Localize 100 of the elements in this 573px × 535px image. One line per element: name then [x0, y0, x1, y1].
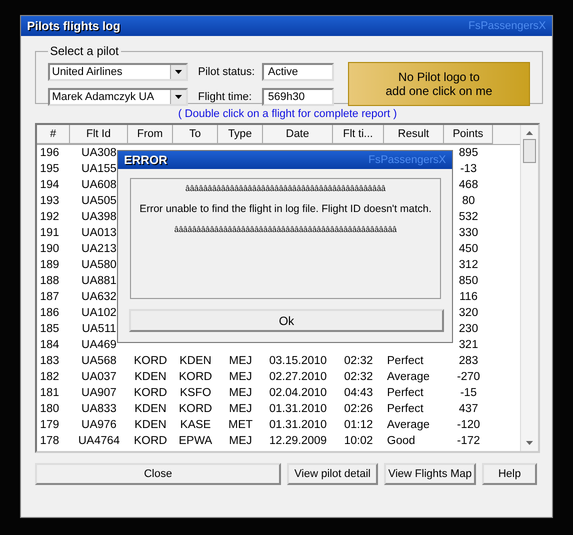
- field-label: Flight time:: [198, 90, 253, 102]
- table-cell-text: EPWA: [178, 435, 214, 447]
- table-cell-text: 179: [39, 419, 60, 431]
- table-cell-text: UA308: [80, 147, 118, 159]
- table-cell-text: KDEN: [134, 371, 168, 383]
- logo-button[interactable]: No Pilot logo to add one click on me: [348, 62, 530, 106]
- table-cell-text: 12.29.2009: [268, 435, 328, 447]
- action-button[interactable]: View pilot detail: [287, 463, 378, 485]
- action-button[interactable]: Close: [35, 463, 281, 485]
- table-cell-text: 02:32: [343, 371, 374, 383]
- table-cell-text: 01.31.2010: [268, 419, 328, 431]
- table-row[interactable]: 183 UA568 KORD KDEN MEJ 03.15.2010 02:32 Perfect 283: [37, 353, 520, 369]
- table-cell-text: 194: [39, 179, 60, 191]
- table-cell-text: 02.27.2010: [268, 371, 328, 383]
- table-cell-text: 230: [458, 323, 480, 335]
- window-title: Pilots flights log: [27, 19, 120, 33]
- table-cell-text: KORD: [132, 435, 168, 447]
- table-cell-text: UA511: [80, 323, 118, 335]
- table-cell-text: UA398: [80, 211, 118, 223]
- table-cell-text: KORD: [132, 355, 168, 367]
- table-cell-text: UA608: [80, 179, 118, 191]
- table-cell-text: -15: [459, 387, 478, 399]
- column-header[interactable]: #: [37, 125, 70, 144]
- table-cell-text: Average: [386, 419, 431, 431]
- table-cell-text: 181: [39, 387, 60, 399]
- table-cell-text: KORD: [132, 387, 168, 399]
- table-cell-text: 450: [458, 243, 480, 255]
- table-row[interactable]: 178 UA4764 KORD EPWA MEJ 12.29.2009 10:02 Good -172: [37, 433, 520, 449]
- table-cell-text: 321: [458, 339, 480, 351]
- flight-time-field[interactable]: 569h30: [262, 88, 334, 106]
- table-cell-text: UA4764: [77, 435, 121, 447]
- scrollbar-thumb[interactable]: [523, 139, 536, 163]
- table-cell-text: KDEN: [134, 419, 168, 431]
- table-cell-text: Perfect: [386, 355, 424, 367]
- table-cell-text: KORD: [178, 371, 214, 383]
- table-row[interactable]: 179 UA976 KDEN KASE MET 01.31.2010 01:12 Average -120: [37, 417, 520, 433]
- table-cell-text: 182: [39, 371, 60, 383]
- table-cell-text: 186: [39, 307, 60, 319]
- table-cell-text: 01.31.2010: [268, 403, 328, 415]
- table-cell-text: UA881: [80, 275, 118, 287]
- table-cell-text: 190: [39, 243, 60, 255]
- scroll-down-icon[interactable]: [526, 441, 533, 445]
- table-cell-text: UA037: [80, 371, 118, 383]
- table-cell-text: MEJ: [228, 435, 253, 447]
- table-cell-text: 189: [39, 259, 60, 271]
- table-cell-text: 437: [458, 403, 480, 415]
- scrollbar[interactable]: [520, 125, 538, 451]
- table-cell-text: UA833: [80, 403, 118, 415]
- table-cell-text: 188: [39, 275, 60, 287]
- table-cell-text: UA976: [80, 419, 118, 431]
- table-cell-text: 196: [39, 147, 60, 159]
- table-cell-text: UA013: [80, 227, 118, 239]
- action-button[interactable]: Help: [482, 463, 537, 485]
- table-cell-text: KORD: [178, 403, 214, 415]
- table-cell-text: MEJ: [228, 387, 253, 399]
- table-cell-text: KASE: [179, 419, 212, 431]
- brand-text: FsPassengersX: [368, 154, 446, 166]
- table-cell-text: UA213: [80, 243, 118, 255]
- table-cell-text: 312: [458, 259, 480, 271]
- table-cell-text: UA632: [80, 291, 118, 303]
- column-header[interactable]: Date: [263, 125, 333, 144]
- table-cell-text: KSFO: [178, 387, 212, 399]
- table-cell-text: 320: [458, 307, 480, 319]
- message-text: Error unable to find the flight in log file. Flight ID doesn't match.: [139, 203, 432, 215]
- table-cell-text: 10:02: [343, 435, 374, 447]
- table-cell-text: UA907: [80, 387, 118, 399]
- table-cell-text: 185: [39, 323, 60, 335]
- column-header[interactable]: Flt ti...: [333, 125, 384, 144]
- action-button[interactable]: View Flights Map: [384, 463, 476, 485]
- column-header[interactable]: Points: [444, 125, 493, 144]
- table-cell-text: 03.15.2010: [268, 355, 328, 367]
- column-header[interactable]: Type: [218, 125, 263, 144]
- column-header[interactable]: From: [128, 125, 173, 144]
- table-cell-text: -172: [456, 435, 482, 447]
- column-header[interactable]: Result: [384, 125, 444, 144]
- table-row[interactable]: 182 UA037 KDEN KORD MEJ 02.27.2010 02:32 Average -270: [37, 369, 520, 385]
- table-cell-text: 850: [458, 275, 480, 287]
- table-cell-text: MEJ: [228, 403, 253, 415]
- column-header[interactable]: Flt Id: [70, 125, 128, 144]
- table-cell-text: KDEN: [178, 355, 212, 367]
- table-cell-text: 80: [461, 195, 476, 207]
- table-cell-text: MEJ: [228, 371, 253, 383]
- table-cell-text: UA505: [80, 195, 118, 207]
- table-row[interactable]: 180 UA833 KDEN KORD MEJ 01.31.2010 02:26 Perfect 437: [37, 401, 520, 417]
- status-field[interactable]: Active: [262, 62, 334, 80]
- table-cell-text: UA102: [80, 307, 118, 319]
- table-row[interactable]: 181 UA907 KORD KSFO MEJ 02.04.2010 04:43 Perfect -15: [37, 385, 520, 401]
- dropdown[interactable]: United Airlines: [48, 62, 188, 80]
- table-cell-text: -120: [456, 419, 482, 431]
- table-cell-text: 02:32: [343, 355, 374, 367]
- table-cell-text: 895: [458, 147, 480, 159]
- ok-button[interactable]: Ok: [129, 309, 444, 332]
- message-text: ââââââââââââââââââââââââââââââââââââââââââââââââââ: [174, 225, 397, 234]
- table-cell-text: UA580: [80, 259, 118, 271]
- dropdown[interactable]: Marek Adamczyk UA: [48, 88, 188, 106]
- brand-text: FsPassengersX: [468, 20, 546, 32]
- column-header[interactable]: To: [173, 125, 218, 144]
- hint-text: ( Double click on a flight for complete report ): [178, 108, 397, 120]
- table-cell-text: 02.04.2010: [268, 387, 328, 399]
- scroll-up-icon[interactable]: [526, 131, 533, 135]
